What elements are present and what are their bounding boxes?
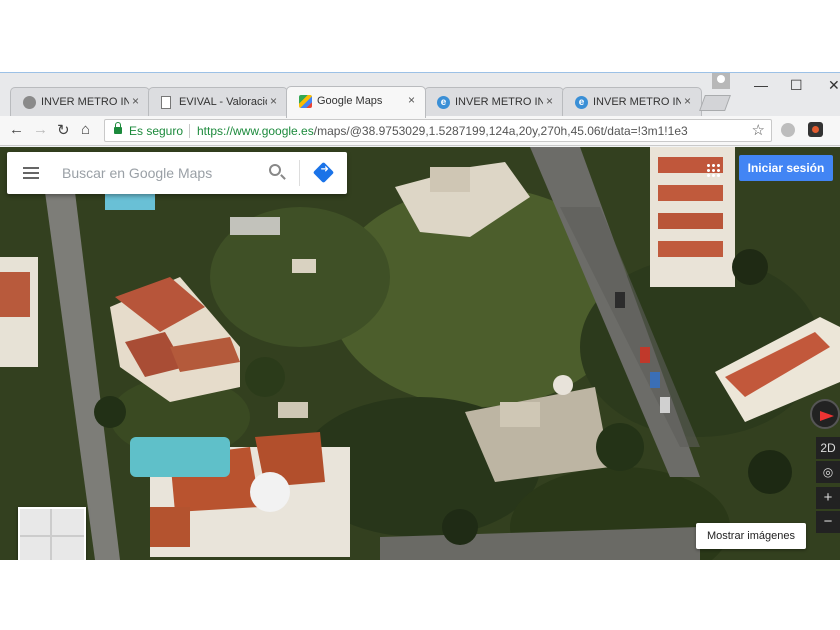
apps-grid-icon[interactable] [706,163,720,177]
show-images-button[interactable]: Mostrar imágenes [696,523,806,549]
maximize-button[interactable]: ☐ [790,77,803,94]
tab-close-icon[interactable]: × [546,94,553,108]
2d-toggle-button[interactable]: 2D [816,437,840,459]
tab-google-maps[interactable]: Google Maps × [286,86,426,118]
divider [299,160,300,186]
browser-window: — ☐ ✕ INVER METRO INMOBILIARIA × EVIVAL … [0,72,840,560]
tab-close-icon[interactable]: × [132,94,139,108]
tab-inver-metro-1[interactable]: INVER METRO INMOBILIARIA × [10,87,150,117]
divider [189,124,190,138]
profile-icon[interactable] [712,73,730,89]
tab-title: EVIVAL - Valoraciones [179,96,267,108]
compass-icon[interactable] [810,399,840,429]
browser-toolbar: ← → ↻ ⌂ Es seguro https://www.google.es/… [0,116,840,146]
bookmark-star-icon[interactable]: ☆ [752,121,765,139]
security-label[interactable]: Es seguro [129,124,183,138]
tab-close-icon[interactable]: × [270,94,277,108]
ie-icon: e [575,96,588,109]
url-text[interactable]: https://www.google.es/maps/@38.9753029,1… [197,124,688,138]
satellite-imagery [0,147,840,560]
minimize-button[interactable]: — [754,77,768,93]
tab-inver-metro-3[interactable]: e INVER METRO INMOBILIARIA × [562,87,702,117]
tab-title: INVER METRO INMOBILIARIA [455,96,543,108]
ie-icon: e [437,96,450,109]
directions-icon[interactable] [312,161,335,184]
tab-title: INVER METRO INMOBILIARIA [593,96,681,108]
google-maps-icon [299,95,312,108]
close-window-button[interactable]: ✕ [828,77,840,94]
map-controls: 2D ◎ + − [810,399,840,549]
home-icon[interactable]: ⌂ [81,121,90,138]
search-icon[interactable] [269,164,281,176]
zoom-in-button[interactable]: + [816,487,840,509]
tab-close-icon[interactable]: × [408,93,415,107]
forward-icon[interactable]: → [33,121,48,138]
satellite-map[interactable]: Buscar en Google Maps Iniciar sesión Mos… [0,147,840,560]
map-type-thumbnail[interactable] [18,507,86,560]
tab-evival[interactable]: EVIVAL - Valoraciones × [148,87,288,117]
tab-title: INVER METRO INMOBILIARIA [41,96,129,108]
lock-icon [114,122,122,134]
tab-title: Google Maps [317,95,383,107]
reload-icon[interactable]: ↻ [57,121,70,139]
url-origin: https://www.google.es [197,124,314,138]
search-placeholder[interactable]: Buscar en Google Maps [62,165,212,181]
url-path: /maps/@38.9753029,1.5287199,124a,20y,270… [313,124,688,138]
tab-inver-metro-2[interactable]: e INVER METRO INMOBILIARIA × [424,87,564,117]
new-tab-button[interactable] [699,95,731,111]
sign-in-button[interactable]: Iniciar sesión [739,155,833,181]
hamburger-menu-icon[interactable] [23,167,39,179]
back-icon[interactable]: ← [9,121,24,138]
extension-icon[interactable] [781,123,795,137]
maps-search-box[interactable]: Buscar en Google Maps [7,152,347,194]
tab-close-icon[interactable]: × [684,94,691,108]
zoom-out-button[interactable]: − [816,511,840,533]
globe-icon [23,96,36,109]
address-bar[interactable]: Es seguro https://www.google.es/maps/@38… [104,119,772,142]
tab-strip: — ☐ ✕ INVER METRO INMOBILIARIA × EVIVAL … [0,72,840,118]
extension-bag-icon[interactable] [808,122,823,137]
document-icon [161,96,171,109]
my-location-icon[interactable]: ◎ [816,461,840,483]
